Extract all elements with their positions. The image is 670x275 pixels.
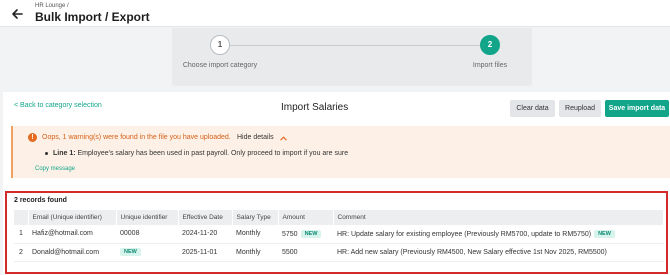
hide-details-toggle[interactable]: Hide details bbox=[237, 134, 274, 141]
new-badge: NEW bbox=[300, 229, 322, 238]
top-bar: HR Lounge / Bulk Import / Export bbox=[0, 0, 670, 27]
warning-line-label: Line 1: bbox=[53, 150, 76, 157]
column-header: Amount bbox=[278, 210, 334, 225]
table-row[interactable]: 1 Hafiz@hotmail.com 00008 2024-11-20 Mon… bbox=[14, 225, 664, 244]
cell-comment: HR: Add new salary (Previously RM4500, N… bbox=[333, 243, 664, 262]
cell-amount: 5500 bbox=[278, 243, 333, 262]
step-label: Import files bbox=[472, 62, 508, 69]
step-import-files[interactable]: 2 Import files bbox=[440, 35, 540, 69]
table-row[interactable]: 2 Donald@hotmail.com NEW 2025-11-01 Mont… bbox=[14, 243, 664, 262]
bullet-dot bbox=[45, 152, 48, 155]
comment-text: HR: Update salary for existing employee … bbox=[337, 230, 592, 238]
cell-unique-id: NEW bbox=[116, 243, 178, 262]
cell-comment: HR: Update salary for existing employee … bbox=[333, 225, 664, 244]
warning-title: Oops, 1 warning(s) were found in the fil… bbox=[42, 134, 231, 141]
new-badge: NEW bbox=[120, 248, 141, 256]
cell-salary-type: Monthly bbox=[232, 225, 278, 244]
copy-message-link[interactable]: Copy message bbox=[35, 166, 75, 172]
step-choose-category[interactable]: 1 Choose import category bbox=[170, 35, 270, 69]
section-title: Import Salaries bbox=[281, 102, 349, 113]
warning-banner: ! Oops, 1 warning(s) were found in the f… bbox=[11, 126, 670, 178]
cell-effective-date: 2024-11-20 bbox=[178, 225, 232, 244]
column-header: Email (Unique identifier) bbox=[28, 210, 117, 225]
import-stepper: 1 Choose import category 2 Import files bbox=[172, 28, 532, 86]
new-badge: NEW bbox=[594, 229, 615, 238]
column-header: Comment bbox=[333, 210, 664, 225]
amount-value: 5750 bbox=[282, 230, 298, 238]
column-header: Unique identifier bbox=[116, 210, 179, 225]
column-header: Effective Date bbox=[178, 210, 233, 225]
step-number: 1 bbox=[210, 35, 230, 55]
cell-salary-type: Monthly bbox=[232, 243, 278, 262]
records-count: 2 records found bbox=[14, 197, 67, 204]
step-number: 2 bbox=[480, 35, 500, 55]
chevron-up-icon[interactable] bbox=[280, 135, 287, 142]
page-title: Bulk Import / Export bbox=[35, 10, 150, 24]
column-header bbox=[14, 210, 29, 225]
back-arrow-icon[interactable] bbox=[10, 7, 24, 21]
breadcrumb[interactable]: HR Lounge / bbox=[35, 3, 69, 9]
clear-data-button[interactable]: Clear data bbox=[510, 100, 555, 117]
cell-unique-id: 00008 bbox=[116, 225, 178, 244]
records-section: 2 records found Email (Unique identifier… bbox=[5, 191, 668, 274]
row-index: 1 bbox=[14, 225, 28, 244]
back-to-category-link[interactable]: < Back to category selection bbox=[14, 102, 102, 109]
warning-icon: ! bbox=[28, 133, 37, 142]
column-header: Salary Type bbox=[232, 210, 279, 225]
cell-email: Donald@hotmail.com bbox=[28, 243, 116, 262]
warning-line-text: Employee's salary has been used in past … bbox=[75, 150, 349, 157]
table-header-row: Email (Unique identifier) Unique identif… bbox=[14, 210, 664, 225]
cell-email: Hafiz@hotmail.com bbox=[28, 225, 116, 244]
reupload-button[interactable]: Reupload bbox=[559, 100, 601, 117]
save-import-button[interactable]: Save import data bbox=[605, 100, 669, 117]
cell-effective-date: 2025-11-01 bbox=[178, 243, 232, 262]
row-index: 2 bbox=[14, 243, 28, 262]
records-table: Email (Unique identifier) Unique identif… bbox=[14, 210, 664, 262]
warning-detail: Line 1: Employee's salary has been used … bbox=[53, 150, 348, 157]
step-label: Choose import category bbox=[182, 62, 258, 69]
cell-amount: 5750 NEW bbox=[278, 225, 333, 244]
